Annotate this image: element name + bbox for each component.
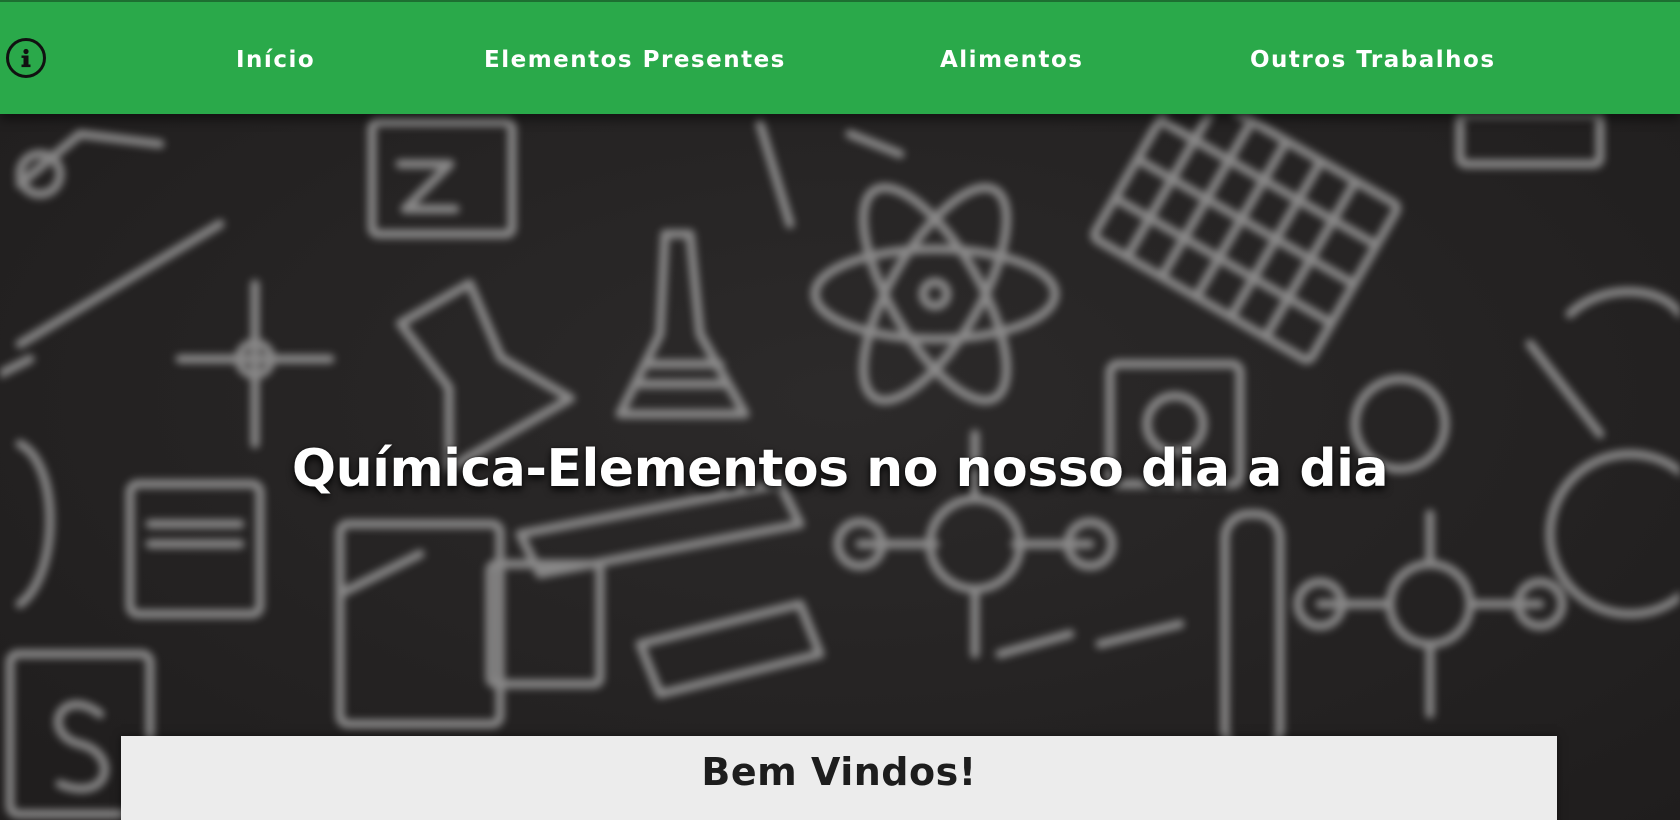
nav-link-inicio[interactable]: Início xyxy=(236,46,315,74)
nav-link-outros-trabalhos[interactable]: Outros Trabalhos xyxy=(1250,46,1496,74)
info-glyph xyxy=(21,48,31,68)
hero-section: Química-Elementos no nosso dia a dia xyxy=(0,114,1680,820)
top-navbar: Início Elementos Presentes Alimentos Out… xyxy=(0,0,1680,114)
nav-link-elementos-presentes[interactable]: Elementos Presentes xyxy=(484,46,786,74)
welcome-card: Bem Vindos! xyxy=(121,736,1557,820)
welcome-title: Bem Vindos! xyxy=(701,750,977,794)
nav-link-alimentos[interactable]: Alimentos xyxy=(940,46,1084,74)
info-icon[interactable] xyxy=(6,38,46,78)
hero-title: Química-Elementos no nosso dia a dia xyxy=(291,438,1389,499)
page: Início Elementos Presentes Alimentos Out… xyxy=(0,0,1680,820)
